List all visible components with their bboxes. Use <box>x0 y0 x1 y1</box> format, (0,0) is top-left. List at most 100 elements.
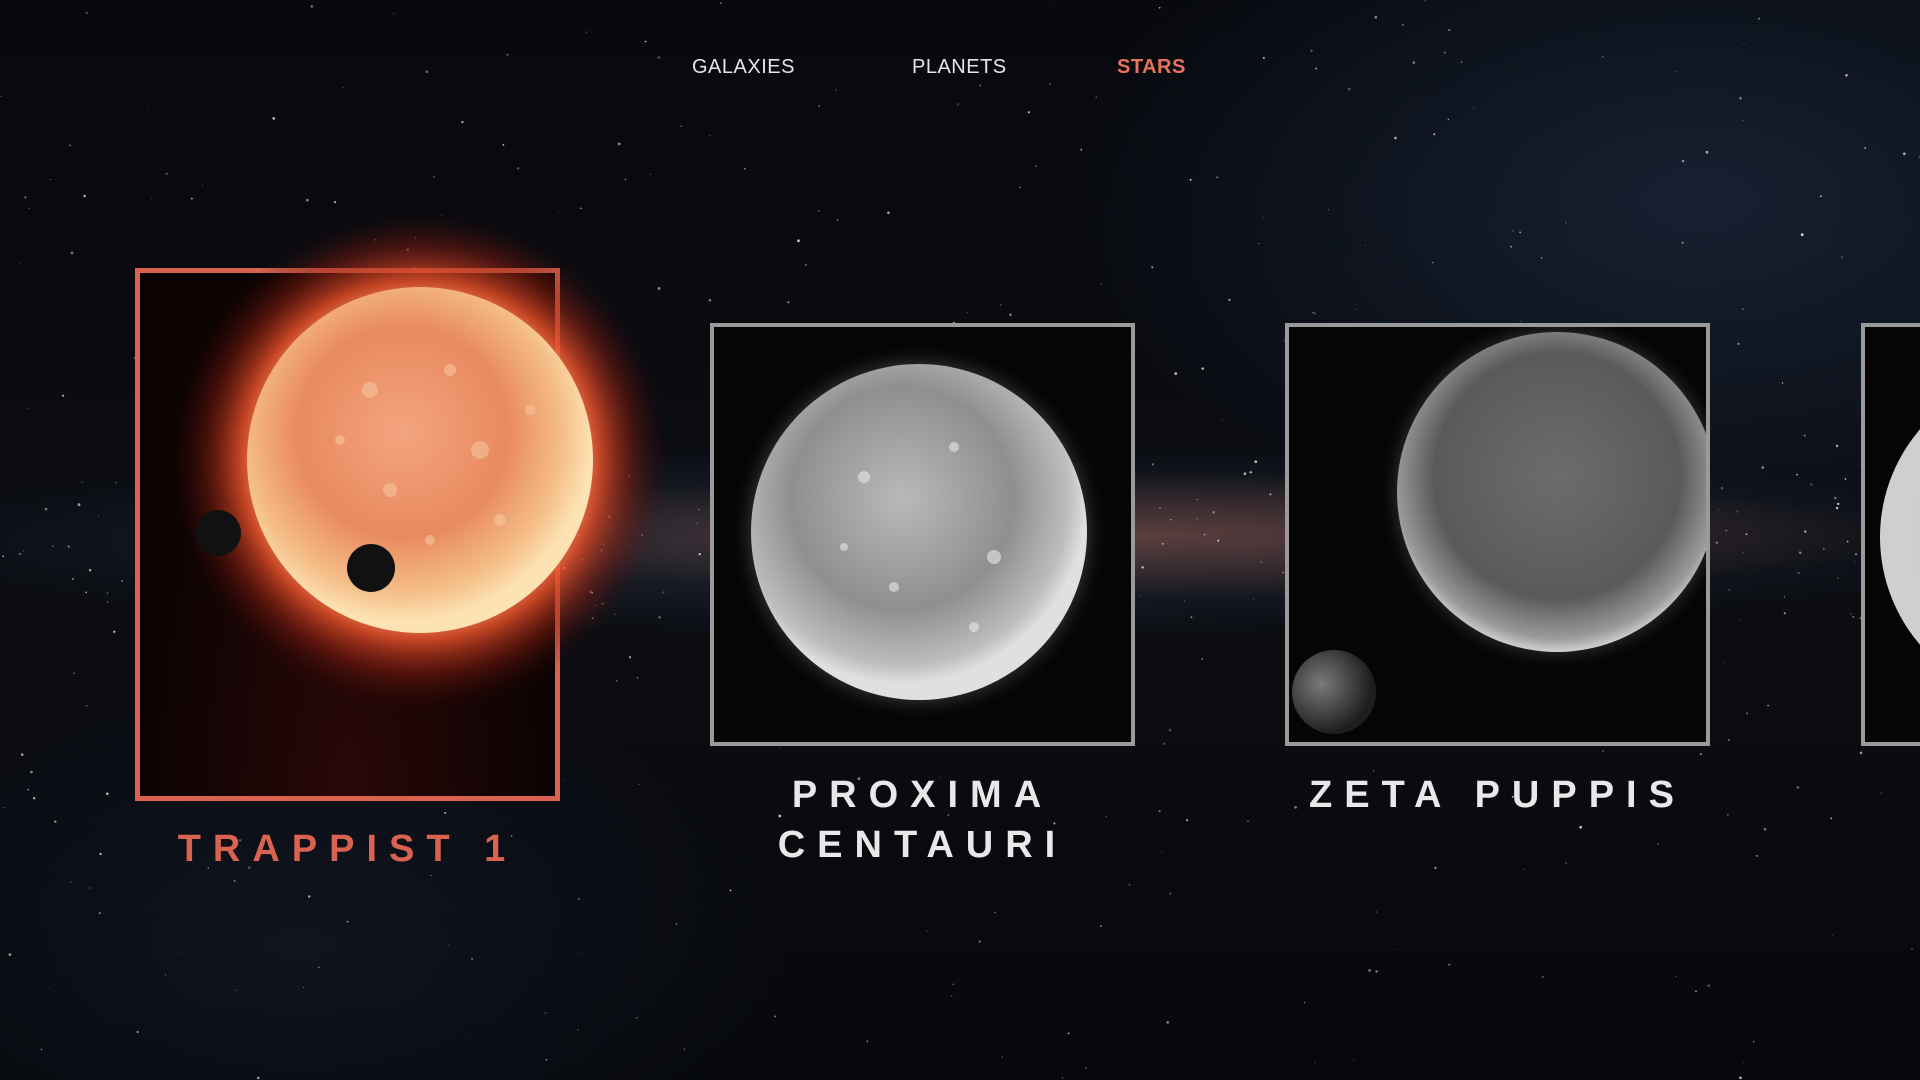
card-proxima-centauri[interactable] <box>710 323 1135 746</box>
background-star <box>1743 43 1745 45</box>
background-star <box>115 481 117 484</box>
background-star <box>1822 547 1825 550</box>
background-star <box>1783 612 1786 615</box>
card-trappist-1[interactable] <box>135 268 560 801</box>
background-star <box>866 1040 869 1043</box>
background-star <box>1394 949 1396 950</box>
background-star <box>1201 657 1204 660</box>
nav-galaxies[interactable]: GALAXIES <box>692 56 795 79</box>
card-title-line-1: PROXIMA <box>791 774 1054 816</box>
background-star <box>1755 854 1758 857</box>
background-star <box>1169 892 1172 895</box>
background-star <box>1602 750 1604 752</box>
background-star <box>8 953 12 956</box>
background-star <box>1166 1021 1170 1024</box>
background-star <box>272 117 276 120</box>
background-star <box>27 788 29 791</box>
background-star <box>1855 560 1857 562</box>
background-star <box>151 198 152 200</box>
background-star <box>1401 23 1404 26</box>
background-star <box>1781 382 1784 384</box>
background-star <box>1158 6 1161 9</box>
background-star <box>649 173 651 175</box>
background-star <box>1328 209 1330 211</box>
background-star <box>1161 851 1163 853</box>
background-star <box>54 820 57 823</box>
background-star <box>27 408 29 410</box>
background-star <box>106 592 109 595</box>
card-title-zeta-puppis: ZETA PUPPIS <box>1309 774 1686 816</box>
background-star <box>448 944 450 946</box>
background-star <box>1448 28 1451 32</box>
background-star <box>88 568 92 572</box>
background-star <box>69 144 71 147</box>
background-star <box>1523 868 1524 870</box>
background-star <box>1837 502 1840 506</box>
background-star <box>614 613 616 616</box>
background-star <box>374 239 376 241</box>
background-star <box>1138 594 1140 596</box>
background-star <box>19 263 21 265</box>
background-star <box>1203 533 1206 536</box>
background-star <box>250 94 252 96</box>
background-star <box>1840 256 1843 259</box>
background-star <box>1189 178 1192 181</box>
background-star <box>1819 561 1821 563</box>
nav-planets[interactable]: PLANETS <box>912 56 1007 79</box>
background-star <box>1819 195 1822 198</box>
background-star <box>1675 975 1677 978</box>
background-star <box>317 966 320 969</box>
partial-star-image <box>1880 429 1920 645</box>
background-star <box>97 515 100 517</box>
background-star <box>1579 825 1583 829</box>
background-star <box>1844 478 1847 480</box>
background-star <box>99 556 101 558</box>
background-star <box>1364 244 1366 246</box>
background-star <box>1314 312 1317 315</box>
background-star <box>164 974 167 976</box>
card-zeta-puppis[interactable] <box>1285 323 1710 746</box>
background-star <box>1911 948 1913 950</box>
background-star <box>1800 233 1804 237</box>
background-star <box>303 986 305 988</box>
background-star <box>1565 862 1567 864</box>
small-planet <box>1292 650 1376 734</box>
background-star <box>1837 577 1839 579</box>
background-star <box>1252 598 1254 600</box>
nav-stars[interactable]: STARS <box>1117 56 1186 79</box>
background-star <box>683 1048 686 1050</box>
background-star <box>658 616 661 619</box>
card-partial-next[interactable] <box>1861 323 1920 746</box>
background-star <box>545 1058 548 1061</box>
background-star <box>951 995 953 997</box>
background-star <box>1174 372 1178 375</box>
background-star <box>1217 539 1220 542</box>
background-star <box>1803 434 1806 437</box>
background-star <box>1742 119 1744 121</box>
background-star <box>1835 444 1839 448</box>
background-star <box>1728 589 1730 591</box>
background-star <box>1846 540 1849 543</box>
background-star <box>1512 230 1514 232</box>
background-star <box>1424 0 1426 2</box>
background-star <box>635 1016 638 1019</box>
background-star <box>321 878 322 879</box>
background-star <box>67 545 70 548</box>
background-star <box>680 125 683 128</box>
background-star <box>1050 0 1052 1</box>
background-star <box>1314 1062 1316 1063</box>
background-star <box>165 172 168 175</box>
background-star <box>1737 342 1740 345</box>
background-star <box>617 142 621 146</box>
background-star <box>83 194 86 198</box>
background-star <box>1510 246 1512 248</box>
background-star <box>1796 473 1798 476</box>
background-star <box>1810 483 1813 486</box>
background-star <box>1067 1032 1070 1035</box>
stars-gallery-screen: GALAXIES PLANETS STARS TRAPPIST 1 PROXIM… <box>0 0 1920 1080</box>
background-star <box>121 580 123 582</box>
background-star <box>1161 542 1164 545</box>
background-star <box>1723 661 1725 663</box>
background-star <box>85 591 88 594</box>
background-star <box>582 466 584 469</box>
